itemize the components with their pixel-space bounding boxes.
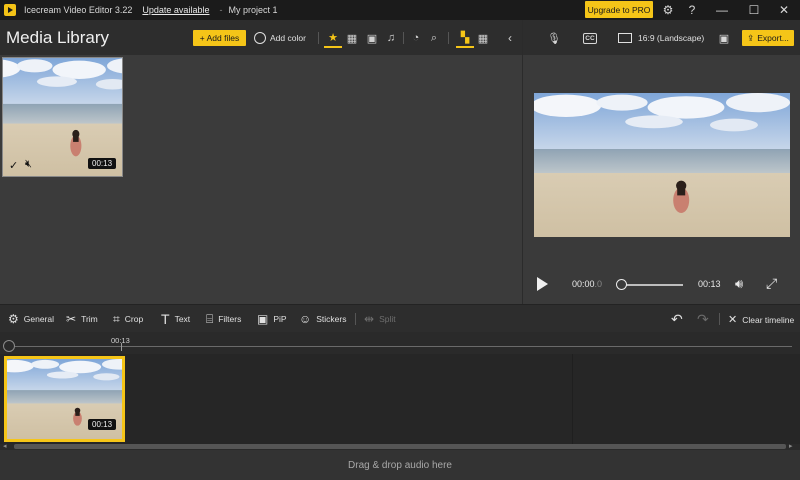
stickers-tool[interactable]: ☺ Stickers xyxy=(299,311,347,327)
preview-header: 🎙︎ CC 16:9 (Landscape) ▣ ⇪ Export... xyxy=(523,20,800,55)
timeline-scrollbar[interactable] xyxy=(14,444,786,449)
aspect-ratio-selector[interactable]: 16:9 (Landscape) xyxy=(618,29,704,47)
captions-icon[interactable]: CC xyxy=(581,29,599,47)
camera-icon[interactable]: ▣ xyxy=(715,29,733,47)
collapse-library-icon[interactable]: ‹ xyxy=(503,28,517,48)
divider xyxy=(318,32,319,44)
divider xyxy=(355,313,356,325)
general-tool[interactable]: ⚙ General xyxy=(8,311,54,327)
media-library-panel: Media Library + Add files Add color ★ ▦ … xyxy=(0,20,522,304)
aspect-ratio-label: 16:9 (Landscape) xyxy=(638,33,705,43)
app-title: Icecream Video Editor 3.22 xyxy=(24,5,133,15)
add-color-button[interactable]: Add color xyxy=(254,30,306,46)
divider xyxy=(448,32,449,44)
check-icon: ✓ xyxy=(9,160,19,172)
play-button[interactable] xyxy=(537,277,548,291)
audio-icon[interactable]: ♫ xyxy=(382,28,400,48)
scroll-right-icon[interactable]: ▸ xyxy=(789,442,793,450)
text-label: Text xyxy=(174,314,191,324)
text-icon: T xyxy=(161,311,170,327)
ruler-label: 00:13 xyxy=(111,336,130,345)
filters-tool[interactable]: ⌸ Filters xyxy=(206,311,241,327)
project-name: My project 1 xyxy=(228,5,278,15)
total-time: 00:13 xyxy=(698,279,721,289)
pip-tool[interactable]: ▣ PiP xyxy=(257,311,287,327)
export-button[interactable]: ⇪ Export... xyxy=(742,30,794,46)
divider xyxy=(719,313,720,325)
filter-icon: ⌸ xyxy=(206,311,214,326)
media-item[interactable]: ✓ 🔇︎ 00:13 xyxy=(2,57,123,177)
close-icon[interactable]: ✕ xyxy=(772,0,796,20)
preview-panel: 🎙︎ CC 16:9 (Landscape) ▣ ⇪ Export... 00:0… xyxy=(523,20,800,304)
volume-icon[interactable]: 🔊︎ xyxy=(735,276,743,292)
clear-timeline-label: Clear timeline xyxy=(742,314,795,325)
media-duration-badge: 00:13 xyxy=(88,158,117,169)
filters-label: Filters xyxy=(218,314,242,324)
timeline-clip[interactable]: 00:13 xyxy=(4,356,125,442)
help-icon[interactable]: ? xyxy=(680,0,704,20)
export-label: Export... xyxy=(757,33,789,43)
split-icon: ⇹ xyxy=(364,312,375,326)
pip-icon: ▣ xyxy=(257,312,269,326)
title-bar: Icecream Video Editor 3.22 Update availa… xyxy=(0,0,800,20)
clear-timeline-button[interactable]: ✕ Clear timeline xyxy=(728,313,794,326)
playhead-handle[interactable] xyxy=(3,340,15,352)
microphone-icon[interactable]: 🎙︎ xyxy=(545,29,563,47)
export-icon: ⇪ xyxy=(747,32,755,43)
update-available-link[interactable]: Update available xyxy=(142,5,209,15)
add-files-button[interactable]: + Add files xyxy=(193,30,246,46)
split-label: Split xyxy=(379,314,396,324)
redo-icon[interactable]: ↷ xyxy=(697,311,709,328)
app-logo-icon xyxy=(4,4,16,16)
timeline-ruler[interactable] xyxy=(10,346,792,347)
undo-icon[interactable]: ↶ xyxy=(671,311,683,328)
current-time-fraction: .0 xyxy=(594,279,603,289)
title-separator: - xyxy=(219,5,223,15)
text-tool[interactable]: T Text xyxy=(161,311,190,327)
mute-icon[interactable]: 🔇︎ xyxy=(25,158,32,171)
trim-label: Trim xyxy=(81,314,98,324)
audio-drop-zone[interactable]: Drag & drop audio here xyxy=(0,450,800,480)
split-tool[interactable]: ⇹ Split xyxy=(364,311,396,327)
gear-icon: ⚙ xyxy=(8,312,19,326)
current-time-main: 00:00 xyxy=(572,279,595,289)
stickers-label: Stickers xyxy=(316,314,347,324)
small-grid-icon[interactable]: ▦ xyxy=(474,28,492,48)
recent-icon[interactable]: ◔ xyxy=(407,28,425,48)
media-library-title: Media Library xyxy=(6,28,109,47)
fullscreen-icon[interactable]: ⤢ xyxy=(766,275,777,292)
trim-tool[interactable]: ✂ Trim xyxy=(66,311,98,327)
seek-bar[interactable] xyxy=(621,284,683,286)
all-icon[interactable]: ★ xyxy=(324,28,342,48)
pip-label: PiP xyxy=(273,314,287,324)
edit-toolbar: ⚙ General ✂ Trim ⌗ Crop T Text ⌸ Filters ▣ PiP… xyxy=(0,304,800,332)
minimize-icon[interactable]: — xyxy=(710,0,734,20)
clip-duration-badge: 00:13 xyxy=(88,419,117,430)
gear-icon[interactable]: ⚙ xyxy=(656,0,680,20)
upgrade-to-pro-button[interactable]: Upgrade to PRO xyxy=(585,1,653,18)
palette-icon xyxy=(254,32,266,44)
video-preview[interactable] xyxy=(534,93,790,237)
crop-label: Crop xyxy=(124,314,144,324)
scroll-left-icon[interactable]: ◂ xyxy=(3,442,7,450)
sticker-icon: ☺ xyxy=(299,312,312,326)
crop-tool[interactable]: ⌗ Crop xyxy=(113,311,143,327)
track-divider xyxy=(572,354,573,444)
media-library-header: Media Library + Add files Add color ★ ▦ … xyxy=(0,20,522,55)
scissors-icon: ✂ xyxy=(66,312,77,326)
image-icon[interactable]: ▣ xyxy=(363,28,381,48)
maximize-icon[interactable]: ☐ xyxy=(742,0,766,20)
seek-handle[interactable] xyxy=(616,279,627,290)
large-grid-icon[interactable]: ▚ xyxy=(456,28,474,48)
timeline[interactable]: 00:13 00:13 ◂ ▸ xyxy=(0,332,800,450)
search-icon[interactable]: ⌕ xyxy=(425,28,443,48)
aspect-ratio-icon xyxy=(618,33,632,43)
clear-icon: ✕ xyxy=(728,314,738,326)
current-time: 00:00.0 xyxy=(572,279,602,289)
general-label: General xyxy=(23,314,55,324)
video-icon[interactable]: ▦ xyxy=(343,28,361,48)
crop-icon: ⌗ xyxy=(113,311,120,326)
add-color-label: Add color xyxy=(270,33,306,43)
divider xyxy=(403,32,404,44)
